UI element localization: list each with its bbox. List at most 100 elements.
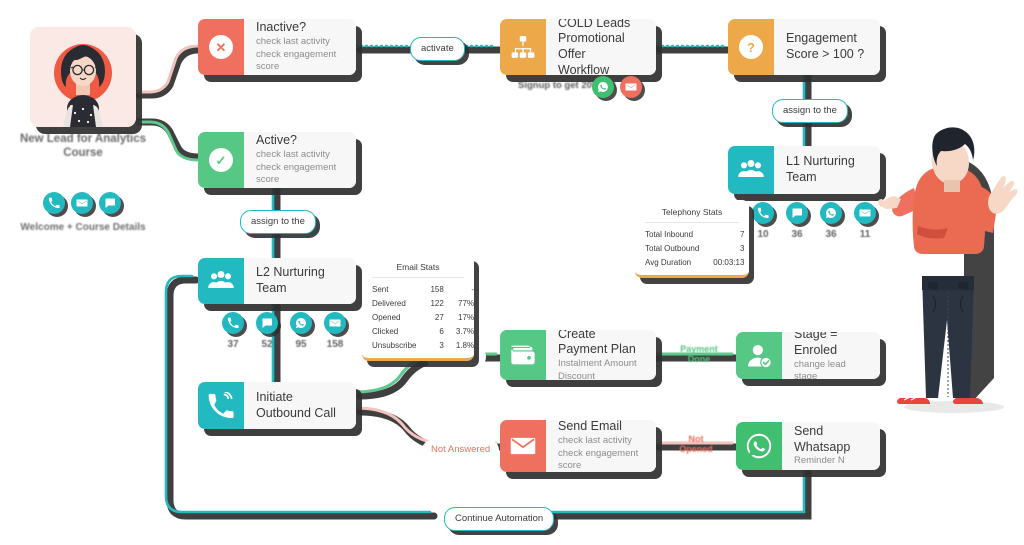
node-inactive-title: Inactive?	[256, 20, 307, 35]
edge-label-payment-done-line1: Payment	[680, 344, 718, 354]
email-stat-label: Clicked	[372, 326, 399, 336]
node-cold-leads-title-3: Workflow	[558, 62, 610, 75]
node-payment-plan-body: Create Payment Plan Instalment Amount Di…	[546, 330, 656, 380]
l2-stat-whatsapp-count: 95	[295, 339, 307, 350]
email-stat-pct: 1.8%	[455, 340, 475, 350]
chat-icon[interactable]	[99, 192, 121, 214]
edge-label-payment-done-line2: Done	[687, 354, 711, 365]
edge-label-assign-left[interactable]: assign to the	[240, 210, 316, 234]
promo-offer-chips	[592, 76, 642, 98]
node-send-email-accent	[500, 420, 546, 472]
node-active-accent: ✓	[198, 132, 244, 188]
person-illustration	[877, 126, 1024, 416]
email-icon[interactable]	[324, 312, 346, 334]
node-send-email-body: Send Email check last activity check eng…	[546, 420, 656, 472]
node-inactive-line1: check last activity	[256, 35, 330, 47]
node-engagement-score[interactable]: ? Engagement Score > 100 ?	[728, 19, 880, 75]
l2-stat-phone: 37	[222, 312, 244, 350]
edge-label-payment-done[interactable]: Payment Done	[672, 344, 726, 365]
phone-icon[interactable]	[752, 202, 774, 224]
edge-label-not-opened-line1: Not	[688, 434, 704, 444]
chat-icon[interactable]	[256, 312, 278, 334]
node-create-payment-plan[interactable]: Create Payment Plan Instalment Amount Di…	[500, 330, 656, 380]
edge-label-not-opened-line2: Opened	[679, 444, 713, 455]
edge-label-not-opened[interactable]: Not Opened	[668, 434, 724, 455]
email-stat-label: Opened	[372, 312, 401, 322]
telephony-stat-label: Total Outbound	[645, 243, 700, 253]
node-payment-plan-line1: Instalment Amount	[558, 358, 637, 369]
team-icon	[208, 270, 234, 288]
email-stat-value: 6	[439, 326, 444, 336]
user-check-icon	[747, 344, 772, 368]
phone-icon[interactable]	[43, 192, 65, 214]
email-stat-value: 122	[430, 298, 444, 308]
node-send-whatsapp-line1: Reminder N	[794, 455, 845, 467]
node-send-email-line1: check last activity	[558, 434, 632, 446]
node-engagement-title-1: Engagement	[786, 31, 857, 46]
edge-label-not-answered[interactable]: Not Answered	[422, 440, 500, 460]
node-outbound-title: Initiate Outbound Call	[256, 389, 336, 420]
whatsapp-icon	[746, 433, 772, 459]
email-icon[interactable]	[71, 192, 93, 214]
node-active[interactable]: ✓ Active? check last activity check enga…	[198, 132, 356, 188]
node-active-line2: check engagement score	[256, 161, 337, 186]
node-send-whatsapp-title: Send Whatsapp	[794, 424, 851, 454]
l2-stat-email: 158	[324, 312, 346, 350]
table-row: Total Inbound 7	[645, 227, 744, 241]
whatsapp-icon[interactable]	[820, 202, 842, 224]
node-cold-leads-body: COLD Leads Promotional Offer Workflow	[546, 19, 656, 75]
check-circle-icon: ✓	[209, 148, 233, 172]
l1-stat-phone: 10	[752, 202, 774, 240]
l1-stat-whatsapp-count: 36	[825, 229, 837, 240]
email-icon[interactable]	[854, 202, 876, 224]
lead-avatar-card	[30, 27, 136, 127]
node-l2-nurturing-team[interactable]: L2 Nurturing Team	[198, 258, 356, 304]
node-initiate-outbound-call[interactable]: Initiate Outbound Call	[198, 382, 356, 429]
whatsapp-icon[interactable]	[592, 76, 614, 98]
chat-icon[interactable]	[786, 202, 808, 224]
email-stat-pct: 77%	[458, 298, 475, 308]
edge-label-assign-top[interactable]: assign to the	[772, 99, 848, 123]
phone-icon[interactable]	[222, 312, 244, 334]
node-cold-leads-workflow[interactable]: COLD Leads Promotional Offer Workflow	[500, 19, 656, 75]
node-send-email-title: Send Email	[558, 420, 622, 434]
node-inactive[interactable]: ✕ Inactive? check last activity check en…	[198, 19, 356, 75]
table-row: Clicked 6 3.7%	[372, 324, 474, 338]
l2-stat-chat: 52	[256, 312, 278, 350]
avatar-illustration	[30, 27, 136, 127]
email-stat-pct: 17%	[458, 312, 475, 322]
email-icon[interactable]	[620, 76, 642, 98]
telephony-stats-panel: Telephony Stats Total Inbound 7 Total Ou…	[635, 200, 749, 278]
edge-label-activate[interactable]: activate	[410, 37, 465, 61]
l2-channel-stats: 37 52 95 158	[222, 312, 346, 350]
node-cold-leads-title-1: COLD Leads	[558, 19, 631, 30]
lead-card-subcaption: Welcome + Course Details	[20, 222, 146, 233]
node-inactive-line2: check engagement score	[256, 48, 337, 73]
l2-stat-chat-count: 52	[261, 339, 273, 350]
telephony-stats-table: Total Inbound 7 Total Outbound 3 Avg Dur…	[645, 227, 744, 269]
l1-stat-email-count: 11	[859, 229, 871, 240]
email-stat-value: 158	[430, 284, 444, 294]
whatsapp-icon[interactable]	[290, 312, 312, 334]
table-row: Opened 27 17%	[372, 310, 474, 324]
node-active-body: Active? check last activity check engage…	[244, 132, 356, 188]
l1-stat-chat: 36	[786, 202, 808, 240]
node-enroled-title: Stage = Enroled	[794, 332, 838, 357]
node-stage-enroled[interactable]: Stage = Enroled change lead stage	[736, 332, 880, 379]
email-stat-pct: -	[471, 284, 475, 294]
email-stat-label: Sent	[372, 284, 389, 294]
node-active-line1: check last activity	[256, 148, 330, 160]
node-l1-nurturing-team[interactable]: L1 Nurturing Team	[728, 146, 880, 194]
workflow-canvas: New Lead for Analytics Course Welcome + …	[0, 0, 1024, 545]
telephony-stats-title: Telephony Stats	[645, 207, 739, 223]
node-payment-plan-accent	[500, 330, 546, 380]
edge-label-continue-automation[interactable]: Continue Automation	[444, 507, 555, 531]
l1-stat-phone-count: 10	[757, 229, 769, 240]
telephony-stat-value: 00:03:13	[713, 257, 745, 267]
node-l2-accent	[198, 258, 244, 304]
node-send-whatsapp-accent	[736, 422, 782, 470]
node-send-whatsapp[interactable]: Send Whatsapp Reminder N	[736, 422, 880, 470]
workflow-icon	[511, 36, 535, 58]
node-engagement-accent: ?	[728, 19, 774, 75]
node-send-email[interactable]: Send Email check last activity check eng…	[500, 420, 656, 472]
